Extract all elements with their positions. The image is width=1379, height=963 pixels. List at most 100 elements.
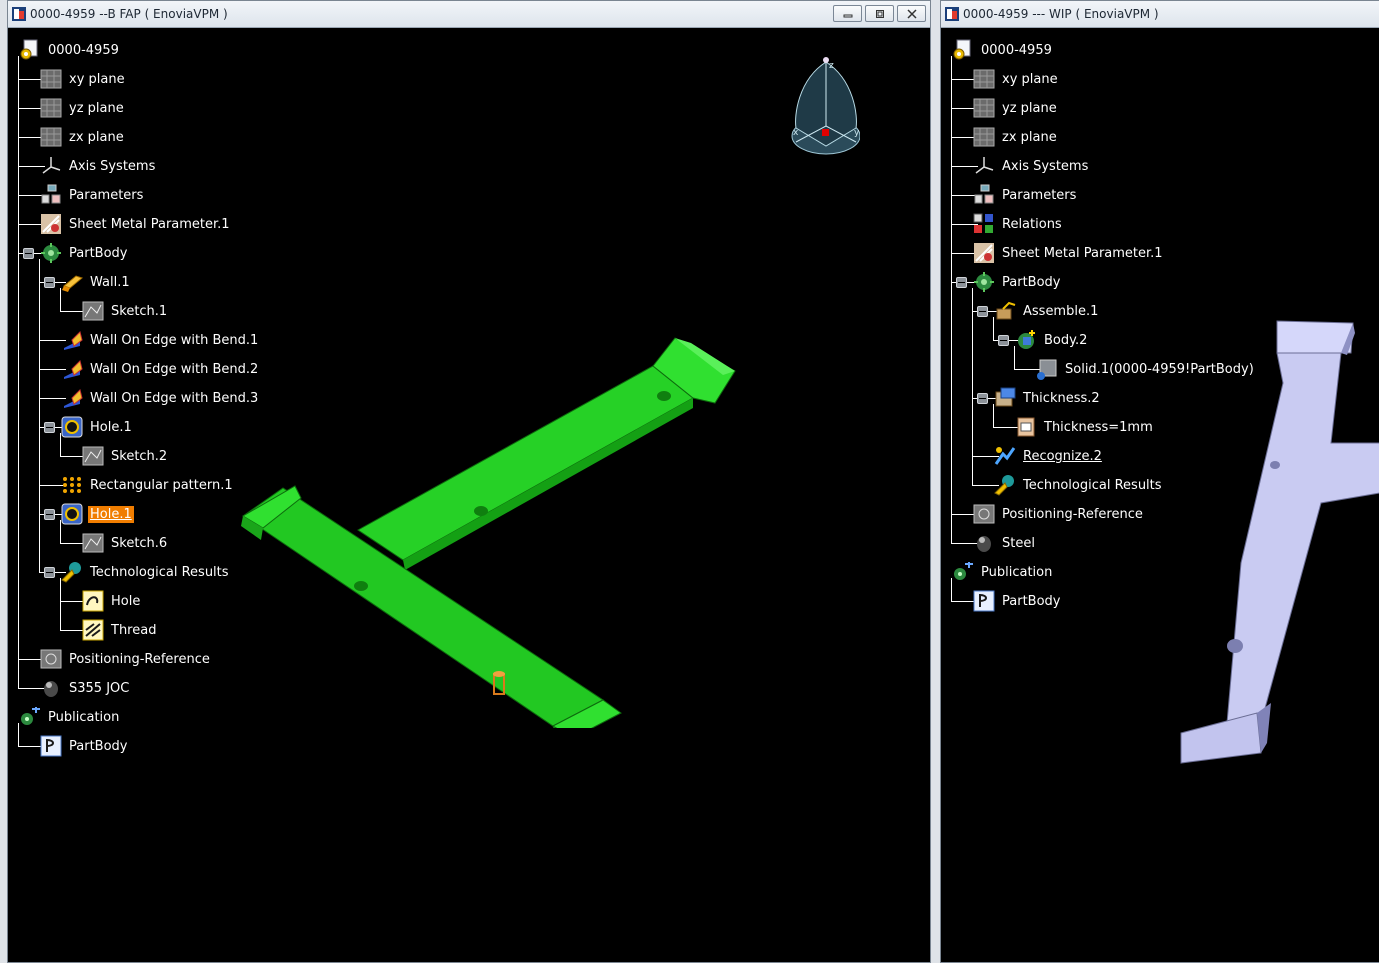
- tree-node-label[interactable]: Axis Systems: [1000, 158, 1090, 175]
- tree-node[interactable]: Sheet Metal Parameter.1: [39, 212, 232, 236]
- tree-node[interactable]: PartBody: [972, 270, 1062, 294]
- tree-node[interactable]: Axis Systems: [972, 154, 1090, 178]
- tree-node-label[interactable]: Parameters: [67, 187, 145, 204]
- tree-node-label[interactable]: zx plane: [67, 129, 126, 146]
- tree-node-label[interactable]: 0000-4959: [979, 42, 1054, 59]
- tree-node[interactable]: Publication: [18, 705, 121, 729]
- tree-node[interactable]: Sketch.6: [81, 531, 169, 555]
- tree-node[interactable]: 0000-4959: [18, 38, 121, 62]
- tree-node[interactable]: Thickness.2: [993, 386, 1102, 410]
- tree-node-label[interactable]: Thread: [109, 622, 158, 639]
- window-wip[interactable]: 0000-4959 --- WIP ( EnoviaVPM ) 0000-495…: [940, 0, 1379, 963]
- tree-collapse-toggle[interactable]: [977, 393, 988, 404]
- tree-node-label[interactable]: PartBody: [1000, 593, 1062, 610]
- close-button[interactable]: [897, 5, 926, 22]
- tree-node[interactable]: Hole: [81, 589, 142, 613]
- tree-node-label[interactable]: Wall On Edge with Bend.1: [88, 332, 260, 349]
- tree-node-label[interactable]: yz plane: [67, 100, 126, 117]
- tree-node[interactable]: 0000-4959: [951, 38, 1054, 62]
- tree-node[interactable]: Wall.1: [60, 270, 132, 294]
- tree-node-label[interactable]: Wall On Edge with Bend.2: [88, 361, 260, 378]
- tree-node-label[interactable]: S355 JOC: [67, 680, 131, 697]
- tree-node-label[interactable]: Sheet Metal Parameter.1: [67, 216, 232, 233]
- tree-node-label[interactable]: Sketch.2: [109, 448, 169, 465]
- tree-node-label[interactable]: PartBody: [67, 245, 129, 262]
- tree-node[interactable]: Body.2: [1014, 328, 1089, 352]
- tree-node[interactable]: Steel: [972, 531, 1037, 555]
- tree-node-label[interactable]: Positioning-Reference: [1000, 506, 1145, 523]
- tree-node[interactable]: Hole.1: [60, 502, 134, 526]
- tree-node[interactable]: xy plane: [972, 67, 1060, 91]
- tree-node-label[interactable]: PartBody: [67, 738, 129, 755]
- tree-node[interactable]: Sketch.1: [81, 299, 169, 323]
- tree-node[interactable]: zx plane: [972, 125, 1059, 149]
- tree-node-label[interactable]: Sketch.6: [109, 535, 169, 552]
- tree-collapse-toggle[interactable]: [956, 277, 967, 288]
- tree-node-label[interactable]: Parameters: [1000, 187, 1078, 204]
- tree-node[interactable]: xy plane: [39, 67, 127, 91]
- title-bar[interactable]: 0000-4959 --B FAP ( EnoviaVPM ): [8, 1, 930, 28]
- tree-node[interactable]: Sketch.2: [81, 444, 169, 468]
- tree-collapse-toggle[interactable]: [44, 567, 55, 578]
- tree-node-label[interactable]: Hole.1: [88, 505, 134, 523]
- tree-node[interactable]: Publication: [951, 560, 1054, 584]
- tree-node[interactable]: Technological Results: [993, 473, 1164, 497]
- tree-collapse-toggle[interactable]: [998, 335, 1009, 346]
- tree-node[interactable]: Positioning-Reference: [39, 647, 212, 671]
- minimize-button[interactable]: [833, 5, 862, 22]
- tree-node[interactable]: PartBody: [39, 241, 129, 265]
- viewer-area[interactable]: 0000-4959 xy plane yz plane zx plane Axis Sy…: [941, 28, 1379, 962]
- tree-node[interactable]: zx plane: [39, 125, 126, 149]
- tree-node-label[interactable]: Thickness=1mm: [1042, 419, 1155, 436]
- tree-node-label[interactable]: xy plane: [1000, 71, 1060, 88]
- maximize-button[interactable]: [865, 5, 894, 22]
- tree-node[interactable]: yz plane: [39, 96, 126, 120]
- tree-node-label[interactable]: Body.2: [1042, 332, 1089, 349]
- tree-node[interactable]: Wall On Edge with Bend.3: [60, 386, 260, 410]
- tree-collapse-toggle[interactable]: [44, 277, 55, 288]
- tree-node-label[interactable]: 0000-4959: [46, 42, 121, 59]
- tree-node-label[interactable]: Publication: [46, 709, 121, 726]
- tree-node[interactable]: PartBody: [39, 734, 129, 758]
- tree-node[interactable]: Hole.1: [60, 415, 134, 439]
- tree-node[interactable]: Parameters: [972, 183, 1078, 207]
- tree-node[interactable]: Recognize.2: [993, 444, 1104, 468]
- tree-node[interactable]: Technological Results: [60, 560, 231, 584]
- tree-node[interactable]: Wall On Edge with Bend.1: [60, 328, 260, 352]
- tree-node[interactable]: PartBody: [972, 589, 1062, 613]
- tree-node[interactable]: Positioning-Reference: [972, 502, 1145, 526]
- tree-node-label[interactable]: Hole.1: [88, 419, 134, 436]
- tree-node[interactable]: yz plane: [972, 96, 1059, 120]
- tree-node-label[interactable]: Wall.1: [88, 274, 132, 291]
- tree-node-label[interactable]: Solid.1(0000-4959!PartBody): [1063, 361, 1256, 378]
- tree-node-label[interactable]: zx plane: [1000, 129, 1059, 146]
- tree-node[interactable]: Axis Systems: [39, 154, 157, 178]
- tree-node[interactable]: Rectangular pattern.1: [60, 473, 235, 497]
- tree-node-label[interactable]: yz plane: [1000, 100, 1059, 117]
- tree-collapse-toggle[interactable]: [23, 248, 34, 259]
- tree-node-label[interactable]: Positioning-Reference: [67, 651, 212, 668]
- tree-node-label[interactable]: Relations: [1000, 216, 1064, 233]
- tree-node[interactable]: Wall On Edge with Bend.2: [60, 357, 260, 381]
- tree-node-label[interactable]: Axis Systems: [67, 158, 157, 175]
- viewer-area[interactable]: z x y 0000-4959 xy plane yz plane zx pla…: [8, 28, 930, 962]
- tree-node[interactable]: Assemble.1: [993, 299, 1100, 323]
- tree-node-label[interactable]: Assemble.1: [1021, 303, 1100, 320]
- tree-node[interactable]: Solid.1(0000-4959!PartBody): [1035, 357, 1256, 381]
- tree-node-label[interactable]: Sheet Metal Parameter.1: [1000, 245, 1165, 262]
- tree-node-label[interactable]: Rectangular pattern.1: [88, 477, 235, 494]
- title-bar[interactable]: 0000-4959 --- WIP ( EnoviaVPM ): [941, 1, 1379, 28]
- tree-node-label[interactable]: Technological Results: [88, 564, 231, 581]
- tree-node-label[interactable]: Hole: [109, 593, 142, 610]
- tree-node[interactable]: Relations: [972, 212, 1064, 236]
- tree-node-label[interactable]: Wall On Edge with Bend.3: [88, 390, 260, 407]
- tree-node-label[interactable]: Technological Results: [1021, 477, 1164, 494]
- tree-node-label[interactable]: xy plane: [67, 71, 127, 88]
- tree-node-label[interactable]: PartBody: [1000, 274, 1062, 291]
- tree-collapse-toggle[interactable]: [977, 306, 988, 317]
- tree-node[interactable]: Thread: [81, 618, 158, 642]
- tree-node[interactable]: S355 JOC: [39, 676, 131, 700]
- tree-node-label[interactable]: Steel: [1000, 535, 1037, 552]
- tree-node[interactable]: Parameters: [39, 183, 145, 207]
- tree-collapse-toggle[interactable]: [44, 422, 55, 433]
